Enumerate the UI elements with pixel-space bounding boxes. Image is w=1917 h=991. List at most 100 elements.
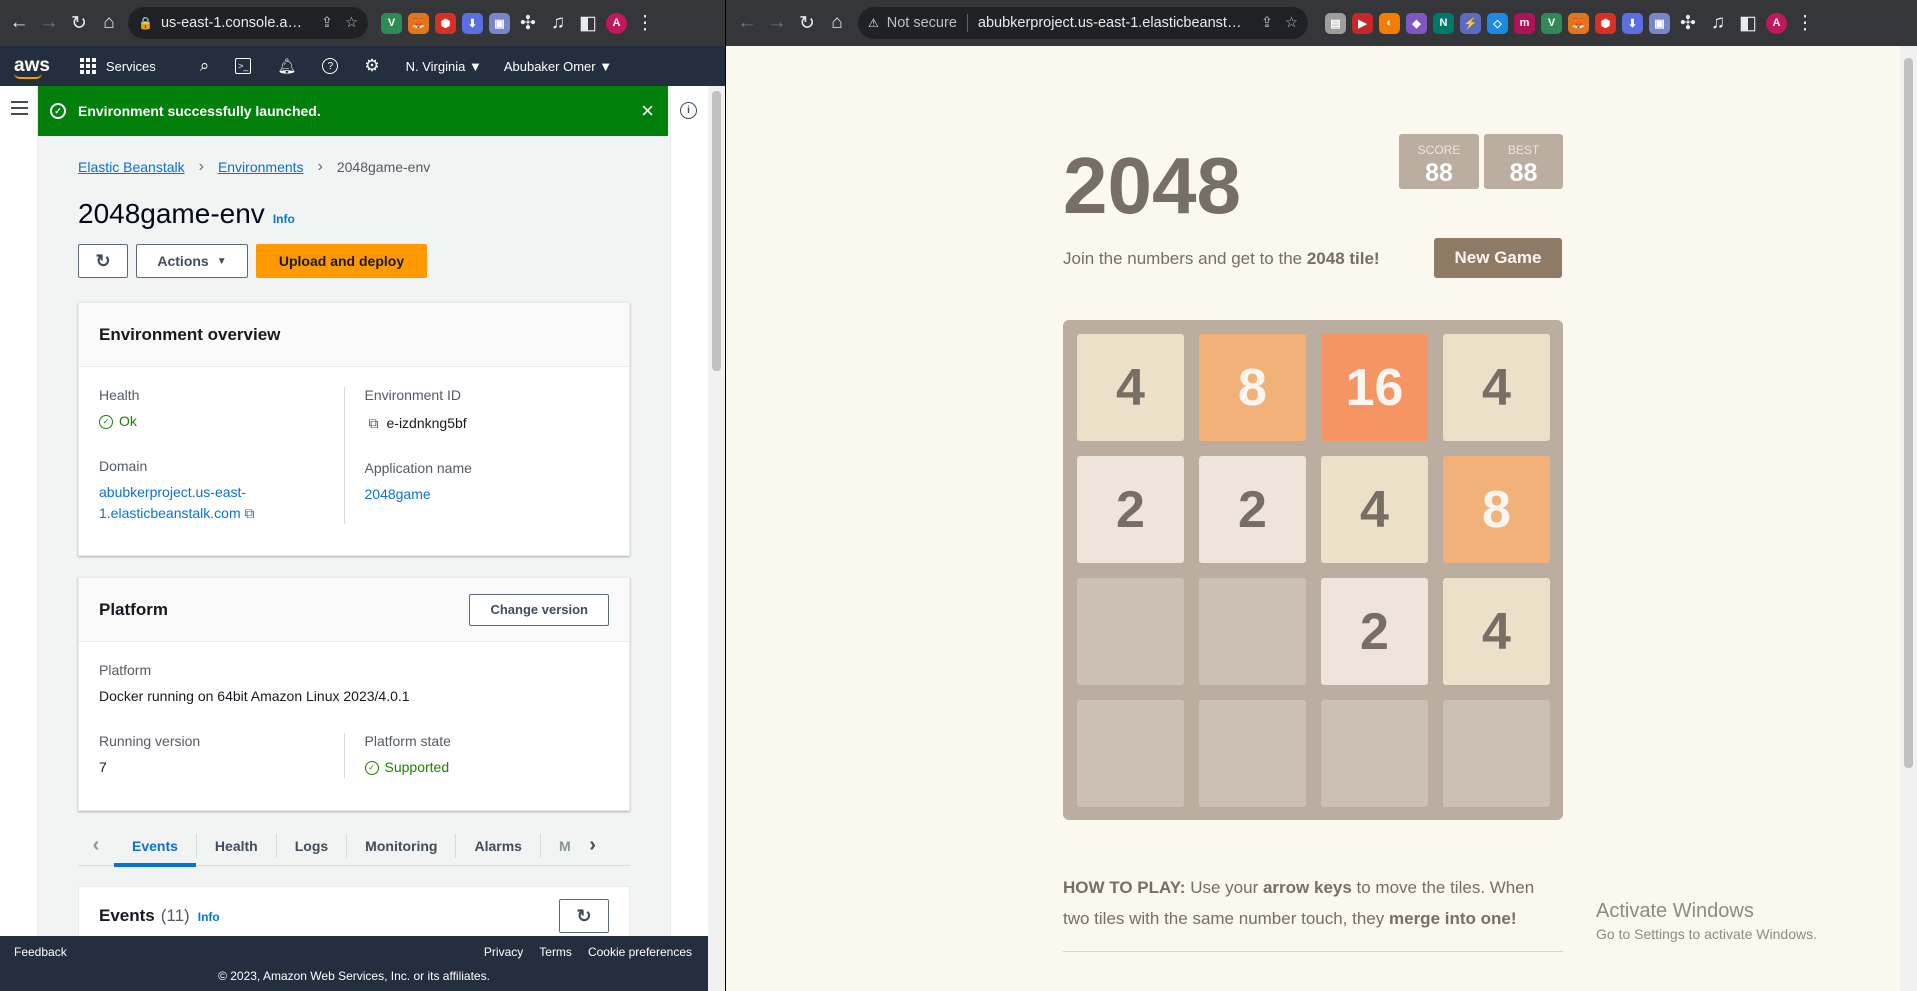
ext-13-icon[interactable]: ▣ bbox=[1649, 12, 1670, 34]
tab-alarms[interactable]: Alarms bbox=[456, 833, 541, 858]
actions-dropdown[interactable]: Actions ▼ bbox=[136, 244, 248, 278]
puzzle-icon[interactable]: ✣ bbox=[513, 8, 543, 38]
cloudshell-icon[interactable]: >_ bbox=[235, 58, 252, 74]
menu-icon[interactable] bbox=[11, 101, 28, 119]
reload-icon[interactable]: ↻ bbox=[792, 8, 822, 38]
left-browser-toolbar: ← → ↻ ⌂ 🔒 us-east-1.console.aws.... ⇪ ☆ … bbox=[0, 0, 725, 46]
ext-11-icon[interactable]: ⬢ bbox=[1595, 12, 1616, 34]
metamask-ext-icon[interactable]: 🦊 bbox=[408, 12, 429, 34]
game-window: ← → ↻ ⌂ ⚠ Not secure abubkerproject.us-e… bbox=[726, 0, 1917, 991]
platform-state-value: Supported bbox=[384, 759, 450, 775]
how-to-play: HOW TO PLAY: Use your arrow keys to move… bbox=[1063, 872, 1563, 934]
application-name-link[interactable]: 2048game bbox=[365, 484, 590, 505]
home-icon[interactable]: ⌂ bbox=[94, 8, 124, 38]
refresh-button[interactable]: ↻ bbox=[78, 244, 128, 278]
forward-icon[interactable]: → bbox=[34, 8, 64, 38]
breadcrumb-elastic-beanstalk[interactable]: Elastic Beanstalk bbox=[78, 159, 185, 175]
ext-3-icon[interactable]: ◐ bbox=[1379, 12, 1400, 34]
ext-9-icon[interactable]: V bbox=[1541, 12, 1562, 34]
tab-events[interactable]: Events bbox=[114, 834, 196, 867]
page-title: 2048game-env Info bbox=[78, 198, 295, 230]
ext-12-icon[interactable]: ⬇ bbox=[1622, 12, 1643, 34]
back-icon[interactable]: ← bbox=[4, 8, 34, 38]
watermark-line-2: Go to Settings to activate Windows. bbox=[1596, 926, 1817, 942]
upload-and-deploy-button[interactable]: Upload and deploy bbox=[256, 244, 427, 278]
red-ext-icon[interactable]: ⬢ bbox=[435, 12, 456, 34]
profile-avatar[interactable]: A bbox=[606, 12, 627, 34]
tile-4: 4 bbox=[1077, 334, 1184, 441]
profile-avatar[interactable]: A bbox=[1766, 12, 1787, 34]
ext-4-icon[interactable]: ◆ bbox=[1406, 12, 1427, 34]
left-extensions: V 🦊 ⬢ ⬇ ▣ bbox=[378, 12, 513, 34]
chevron-right-icon[interactable]: › bbox=[575, 834, 611, 857]
search-icon[interactable]: ⌕ bbox=[200, 56, 210, 76]
application-name-label: Application name bbox=[364, 460, 472, 476]
chevron-right-icon: › bbox=[317, 158, 323, 175]
terms-link[interactable]: Terms bbox=[539, 945, 572, 959]
events-refresh-button[interactable]: ↻ bbox=[559, 899, 609, 933]
media-icon[interactable]: ♫ bbox=[543, 8, 573, 38]
game-board[interactable]: 4 8 16 4 2 2 4 8 2 4 bbox=[1063, 320, 1563, 820]
tab-logs[interactable]: Logs bbox=[277, 833, 348, 858]
feedback-link[interactable]: Feedback bbox=[14, 945, 67, 959]
new-game-button[interactable]: New Game bbox=[1434, 238, 1562, 278]
media-icon[interactable]: ♫ bbox=[1703, 8, 1733, 38]
ext-6-icon[interactable]: ⚡ bbox=[1460, 12, 1481, 34]
tab-monitoring[interactable]: Monitoring bbox=[347, 833, 457, 858]
ext-5-icon[interactable]: N bbox=[1433, 12, 1454, 34]
services-menu[interactable]: Services bbox=[79, 58, 156, 74]
ext-8-icon[interactable]: m bbox=[1514, 12, 1535, 34]
home-icon[interactable]: ⌂ bbox=[822, 8, 852, 38]
sidepanel-icon[interactable]: ◧ bbox=[1733, 8, 1763, 38]
info-link[interactable]: Info bbox=[273, 212, 295, 226]
reload-icon[interactable]: ↻ bbox=[64, 8, 94, 38]
aws-logo[interactable]: aws bbox=[14, 56, 50, 79]
gear-icon[interactable]: ⚙ bbox=[364, 56, 379, 76]
change-version-button[interactable]: Change version bbox=[469, 593, 609, 626]
left-scrollbar[interactable] bbox=[708, 86, 725, 991]
region-selector[interactable]: N. Virginia ▼ bbox=[406, 59, 482, 74]
ext-1-icon[interactable]: ▤ bbox=[1325, 12, 1346, 34]
events-heading: Events (11) Info bbox=[99, 906, 220, 926]
window-ext-icon[interactable]: ▣ bbox=[489, 12, 510, 34]
account-menu[interactable]: Abubaker Omer ▼ bbox=[504, 59, 612, 74]
tile-8: 8 bbox=[1443, 456, 1550, 563]
empty-cell bbox=[1077, 578, 1184, 685]
ext-7-icon[interactable]: ◇ bbox=[1487, 12, 1508, 34]
bookmark-star-icon[interactable]: ☆ bbox=[1285, 15, 1298, 31]
share-icon[interactable]: ⇪ bbox=[1261, 15, 1273, 31]
download-ext-icon[interactable]: ⬇ bbox=[462, 12, 483, 34]
sidepanel-icon[interactable]: ◧ bbox=[573, 8, 603, 38]
close-icon[interactable]: × bbox=[641, 98, 654, 124]
domain-link[interactable]: abubkerproject.us-east- 1.elasticbeansta… bbox=[99, 482, 324, 524]
breadcrumb-current: 2048game-env bbox=[336, 159, 431, 175]
tile-2: 2 bbox=[1321, 578, 1428, 685]
breadcrumb-environments[interactable]: Environments bbox=[218, 159, 304, 175]
aws-console-window: ← → ↻ ⌂ 🔒 us-east-1.console.aws.... ⇪ ☆ … bbox=[0, 0, 725, 991]
info-icon[interactable]: i bbox=[680, 102, 697, 119]
puzzle-icon[interactable]: ✣ bbox=[1673, 8, 1703, 38]
kebab-menu-icon[interactable]: ⋮ bbox=[630, 8, 660, 38]
left-address-bar[interactable]: 🔒 us-east-1.console.aws.... ⇪ ☆ bbox=[128, 7, 368, 39]
bookmark-star-icon[interactable]: ☆ bbox=[345, 15, 358, 31]
tab-more[interactable]: M bbox=[541, 834, 575, 858]
cookie-preferences-link[interactable]: Cookie preferences bbox=[588, 945, 692, 959]
copy-icon[interactable]: ⧉ bbox=[369, 413, 379, 434]
bell-icon[interactable]: 🔔︎ bbox=[277, 57, 296, 75]
share-icon[interactable]: ⇪ bbox=[321, 15, 333, 31]
score-value: 88 bbox=[1425, 159, 1453, 187]
ext-2-icon[interactable]: ▶ bbox=[1352, 12, 1373, 34]
privacy-link[interactable]: Privacy bbox=[484, 945, 523, 959]
vpn-ext-icon[interactable]: V bbox=[381, 12, 402, 34]
right-scrollbar[interactable] bbox=[1900, 46, 1917, 991]
forward-icon[interactable]: → bbox=[762, 8, 792, 38]
help-panel-rail: i bbox=[670, 86, 708, 936]
ext-10-icon[interactable]: 🦊 bbox=[1568, 12, 1589, 34]
back-icon[interactable]: ← bbox=[732, 8, 762, 38]
events-info-link[interactable]: Info bbox=[198, 910, 220, 924]
chevron-left-icon[interactable]: ‹ bbox=[78, 834, 114, 857]
help-icon[interactable]: ? bbox=[322, 58, 339, 74]
right-address-bar[interactable]: ⚠ Not secure abubkerproject.us-east-1.el… bbox=[858, 7, 1308, 39]
tab-health[interactable]: Health bbox=[195, 833, 277, 858]
kebab-menu-icon[interactable]: ⋮ bbox=[1790, 8, 1820, 38]
